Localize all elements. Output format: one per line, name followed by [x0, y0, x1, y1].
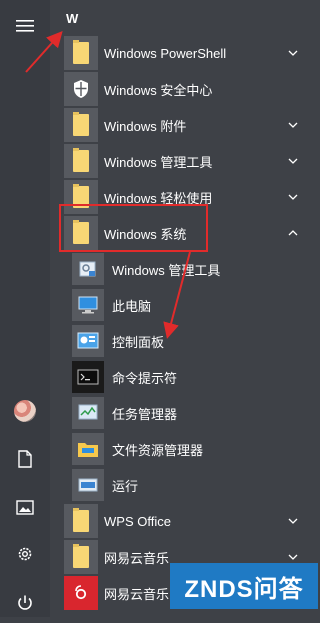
- list-item-label: Windows 附件: [104, 118, 187, 134]
- list-item-label: 此电脑: [112, 298, 152, 314]
- app-tile: [72, 253, 104, 285]
- app-tile: [72, 469, 104, 501]
- chevron-up-icon[interactable]: [286, 226, 300, 240]
- letter-header-w[interactable]: W: [66, 8, 78, 30]
- menu-icon: [16, 20, 34, 32]
- chevron-down-icon[interactable]: [286, 154, 300, 168]
- list-item-label: 网易云音乐: [104, 586, 170, 602]
- list-item-label: 文件资源管理器: [112, 442, 204, 458]
- app-tile: [72, 289, 104, 321]
- folder-tile: [64, 540, 98, 574]
- sub-item-file-explorer[interactable]: 文件资源管理器: [50, 431, 318, 467]
- run-icon: [78, 478, 98, 492]
- list-item-label: Windows 管理工具: [112, 262, 221, 278]
- folder-tile: [64, 108, 98, 142]
- sub-item-control-panel[interactable]: 控制面板: [50, 323, 318, 359]
- chevron-down-icon[interactable]: [286, 46, 300, 60]
- chevron-down-icon[interactable]: [286, 190, 300, 204]
- shield-icon: [74, 80, 88, 98]
- folder-icon: [73, 148, 89, 172]
- folder-icon: [73, 40, 89, 64]
- app-list: W Windows PowerShell Windows 安全中心 Window…: [50, 0, 318, 617]
- folder-icon: [73, 112, 89, 136]
- documents-button[interactable]: [0, 439, 50, 479]
- folder-tile: [64, 144, 98, 178]
- list-item-label: 运行: [112, 478, 139, 494]
- list-item-label: 任务管理器: [112, 406, 178, 422]
- app-tile: [72, 433, 104, 465]
- avatar: [14, 400, 36, 422]
- list-item-windows-admin-tools[interactable]: Windows 管理工具: [50, 143, 318, 179]
- chevron-down-icon[interactable]: [286, 514, 300, 528]
- list-item-label: Windows PowerShell: [104, 45, 227, 61]
- list-item-windows-accessories[interactable]: Windows 附件: [50, 107, 318, 143]
- folder-tile: [64, 36, 98, 70]
- list-item-label: WPS Office: [104, 513, 171, 529]
- chevron-down-icon[interactable]: [286, 118, 300, 132]
- admin-tools-icon: [79, 261, 96, 277]
- list-item-label: Windows 管理工具: [104, 154, 213, 170]
- app-tile: [72, 361, 104, 393]
- highlight-box: [59, 204, 208, 252]
- pictures-icon: [16, 499, 34, 515]
- user-account-button[interactable]: [0, 391, 50, 431]
- file-explorer-icon: [78, 443, 98, 457]
- sub-item-command-prompt[interactable]: 命令提示符: [50, 359, 318, 395]
- settings-icon: [18, 547, 32, 561]
- control-panel-icon: [77, 332, 99, 349]
- start-rail: [0, 0, 50, 617]
- task-manager-icon: [78, 404, 98, 420]
- sub-item-task-manager[interactable]: 任务管理器: [50, 395, 318, 431]
- watermark: ZNDS问答: [170, 563, 318, 609]
- power-icon: [18, 595, 32, 610]
- command-prompt-icon: [77, 369, 99, 385]
- list-item-wps-office[interactable]: WPS Office: [50, 503, 318, 539]
- folder-tile: [64, 504, 98, 538]
- document-icon: [18, 450, 32, 468]
- chevron-down-icon[interactable]: [286, 550, 300, 564]
- list-item-label: 网易云音乐: [104, 550, 170, 566]
- list-item-label: 控制面板: [112, 334, 165, 350]
- list-item-windows-powershell[interactable]: Windows PowerShell: [50, 35, 318, 71]
- folder-icon: [73, 508, 89, 532]
- netease-music-icon: [72, 584, 90, 602]
- app-tile: [64, 72, 98, 106]
- power-button[interactable]: [0, 583, 50, 623]
- app-tile: [72, 397, 104, 429]
- menu-button[interactable]: [0, 6, 50, 46]
- folder-icon: [73, 544, 89, 568]
- pictures-button[interactable]: [0, 487, 50, 527]
- computer-icon: [78, 296, 98, 314]
- settings-button[interactable]: [0, 534, 50, 574]
- list-item-windows-security[interactable]: Windows 安全中心: [50, 71, 318, 107]
- list-item-label: 命令提示符: [112, 370, 178, 386]
- list-item-label: Windows 安全中心: [104, 82, 213, 98]
- sub-item-run[interactable]: 运行: [50, 467, 318, 503]
- app-tile: [64, 576, 98, 610]
- app-tile: [72, 325, 104, 357]
- sub-item-windows-admin-tools[interactable]: Windows 管理工具: [50, 251, 318, 287]
- sub-item-this-pc[interactable]: 此电脑: [50, 287, 318, 323]
